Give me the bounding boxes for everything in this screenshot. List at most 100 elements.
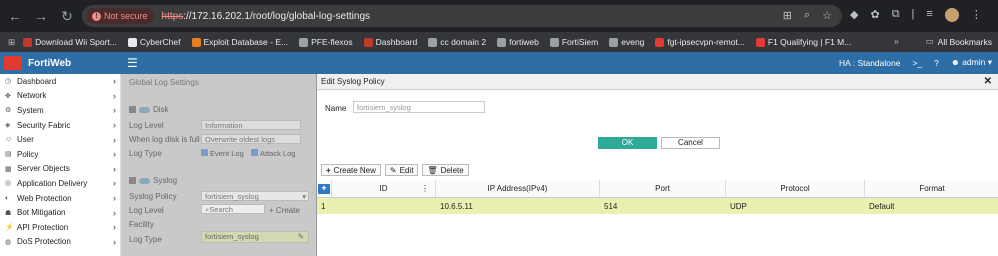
sidebar-item-system[interactable]: ⚙ System › [0,103,120,118]
bookmark-label: Dashboard [375,37,418,47]
column-header-format[interactable]: Format [865,180,998,197]
zoom-icon[interactable]: ⌕ [804,9,810,22]
bookmark-item[interactable]: fgt-ipsecvpn-remot... [655,37,745,47]
bookmark-item[interactable]: eveng [609,37,644,47]
settings-gear-icon[interactable]: ✚ [318,183,330,194]
when-full-label: When log disk is full [129,135,200,144]
column-menu-icon[interactable]: ⋮ [421,184,429,193]
sidebar-item-user[interactable]: ☺ User › [0,132,120,147]
more-bookmarks-icon[interactable]: » [894,36,899,46]
edit-pencil-icon[interactable]: ✎ [298,232,304,241]
name-label: Name [325,104,347,113]
sidebar-item-bot-mitigation[interactable]: ☗ Bot Mitigation › [0,205,120,220]
attack-log-checkbox[interactable]: Attack Log [251,149,295,158]
sidebar-item-label: Policy [17,149,39,159]
table-row[interactable]: 1 10.6.5.11 514 UDP Default [317,198,998,214]
ok-button[interactable]: OK [598,137,657,149]
table-header: ✚ ID ⋮ IP Address(IPv4) Port Protocol For… [317,180,998,198]
profile-avatar[interactable] [944,8,959,22]
facility-label: Facility [129,220,154,229]
cell-format: Default [869,201,895,211]
menu-icon[interactable]: ⋮ [971,8,982,22]
sidebar-item-dashboard[interactable]: ◷ Dashboard › [0,74,120,89]
bookmark-item[interactable]: CyberChef [127,37,181,47]
cli-icon[interactable]: >_ [912,58,922,68]
chevron-right-icon: › [113,105,116,116]
pencil-icon: ✎ [389,165,397,175]
delete-button[interactable]: 🗑 Delete [422,164,469,176]
plus-icon: + [326,165,331,175]
sidebar-item-application-delivery[interactable]: ◎ Application Delivery › [0,176,120,191]
syslog-section-header[interactable]: Syslog [129,176,177,185]
forward-icon[interactable]: → [30,5,52,27]
log-level-select[interactable]: Information [201,120,301,130]
bookmark-item[interactable]: cc domain 2 [428,37,486,47]
sidebar-item-api-protection[interactable]: ⚡ API Protection › [0,220,120,235]
column-header-protocol[interactable]: Protocol [726,180,865,197]
reload-icon[interactable]: ↻ [56,5,78,27]
sidebar-item-dos-protection[interactable]: ◍ DoS Protection › [0,235,120,250]
syslog-toggle[interactable] [139,177,150,184]
sidebar-item-policy[interactable]: ▤ Policy › [0,147,120,162]
sidebar-item-web-protection[interactable]: ◐ Web Protection › [0,191,120,206]
log-type-label: Log Type [129,149,162,158]
extension-icon[interactable]: ✿ [870,8,879,22]
disk-section-header[interactable]: Disk [129,105,169,114]
edit-button[interactable]: ✎ Edit [384,164,419,176]
browser-toolbar: ← → ↻ ! Not secure https://172.16.202.1/… [0,0,998,32]
select-all-header[interactable]: ✚ [317,180,332,197]
create-new-button[interactable]: + Create New [321,164,381,176]
security-chip[interactable]: ! Not secure [86,8,154,24]
bookmark-item[interactable]: FortiSiem [549,37,598,47]
sidebar-item-label: DoS Protection [17,237,71,247]
cancel-button[interactable]: Cancel [661,137,720,149]
bookmark-item[interactable]: Download Wii Sport... [23,37,117,47]
close-icon[interactable]: ✕ [984,76,992,87]
bookmark-favicon-icon [549,37,559,47]
help-icon[interactable]: ? [934,58,939,68]
back-icon[interactable]: ← [4,5,26,27]
column-header-id[interactable]: ID ⋮ [332,180,436,197]
extensions-puzzle-icon[interactable]: ⧉ [892,8,900,22]
bookmark-label: PFE-flexos [311,37,353,47]
extension-icon[interactable]: ◆ [850,8,858,22]
chevron-right-icon: › [113,76,116,87]
sidebar-item-label: Network [17,91,47,101]
translate-icon[interactable]: ⊞ [783,9,792,22]
bookmark-item[interactable]: Dashboard [363,37,418,47]
disk-section-label: Disk [153,105,169,114]
column-header-port[interactable]: Port [600,180,726,197]
edit-label: Edit [399,165,414,175]
system-icon: ⚙ [5,107,12,115]
syslog-policy-value: fortisiem_syslog [205,192,259,201]
sidebar-item-server-objects[interactable]: ▦ Server Objects › [0,162,120,177]
api-icon: ⚡ [5,224,14,232]
disk-toggle[interactable] [139,106,150,113]
bookmark-item[interactable]: PFE-flexos [299,37,353,47]
create-new-label: Create New [333,165,376,175]
dropdown-option[interactable]: fortisiem_syslog ✎ [201,231,309,243]
cell-port: 514 [604,201,618,211]
when-full-select[interactable]: Overwrite oldest logs [201,134,301,144]
name-input[interactable] [353,101,485,113]
bookmark-item[interactable]: F1 Qualifying | F1 M... [755,37,851,47]
dropdown-create-button[interactable]: + Create [269,206,300,215]
syslog-policy-select[interactable]: fortisiem_syslog ▾ [201,191,309,201]
column-header-ip[interactable]: IP Address(IPv4) [436,180,600,197]
sidebar-item-network[interactable]: ✥ Network › [0,89,120,104]
dropdown-search-input[interactable]: ⌕Search [201,204,265,214]
bookmark-item[interactable]: Exploit Database - E... [191,37,288,47]
hamburger-icon[interactable]: ☰ [127,56,138,70]
apps-grid-icon[interactable]: ⊞ [8,37,15,48]
bookmark-star-icon[interactable]: ☆ [822,9,832,22]
address-bar[interactable]: ! Not secure https://172.16.202.1/root/l… [82,5,842,27]
chevron-right-icon: › [113,222,116,233]
user-menu[interactable]: ☻ admin ▾ [951,57,992,68]
event-log-checkbox[interactable]: Event Log [201,149,244,158]
all-bookmarks[interactable]: ▭ All Bookmarks [926,36,992,47]
url-protocol: https [161,10,184,22]
bookmark-item[interactable]: fortiweb [497,37,539,47]
sidebar-item-security-fabric[interactable]: ◈ Security Fabric › [0,118,120,133]
media-icon[interactable]: ≡ [926,8,932,22]
url-text[interactable]: https://172.16.202.1/root/log/global-log… [162,11,370,22]
